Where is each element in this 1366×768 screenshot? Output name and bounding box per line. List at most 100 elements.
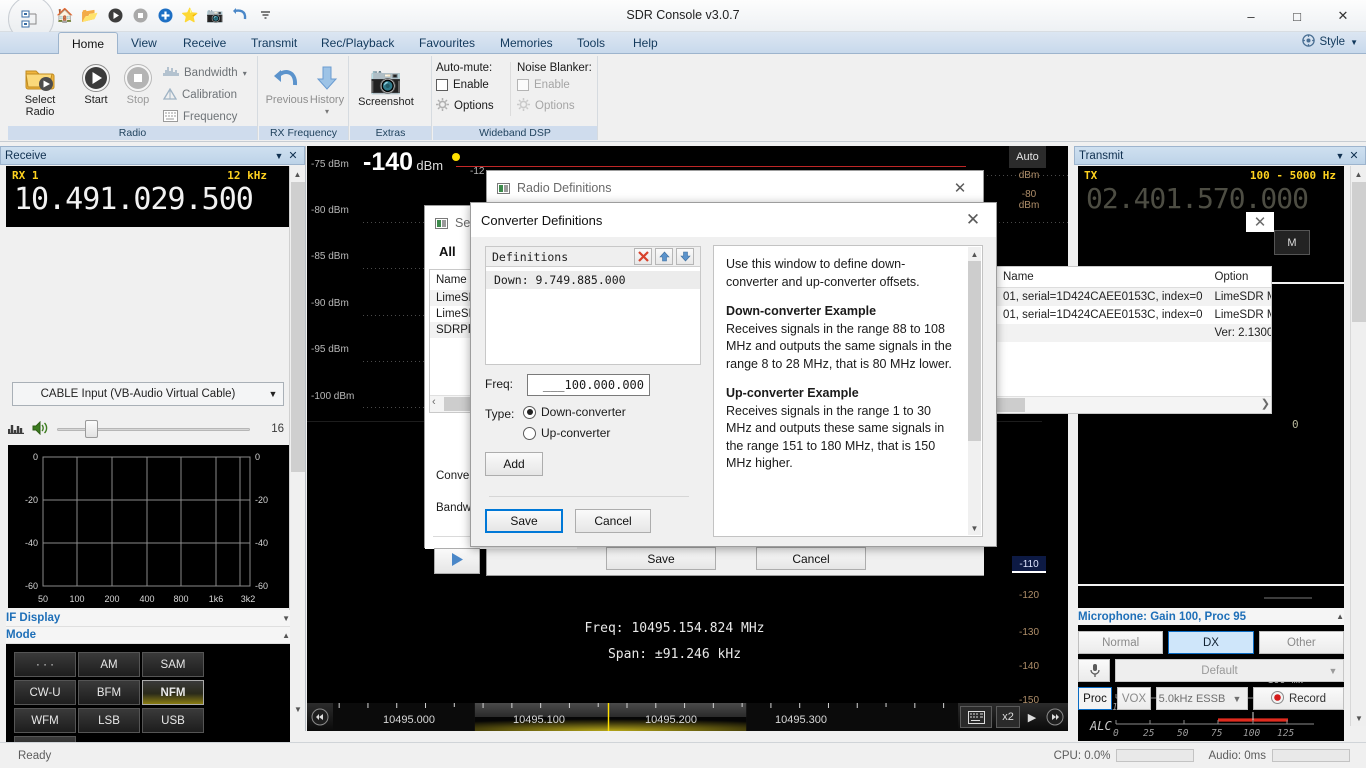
table-row[interactable]: Ver: 2.13000 (997, 324, 1271, 342)
mic-profile-other-button[interactable]: Other (1258, 631, 1344, 654)
tab-help[interactable]: Help (620, 32, 671, 54)
close-icon[interactable]: ✕ (960, 210, 986, 230)
mode-button-usb[interactable]: USB (142, 708, 204, 733)
right-level-120[interactable]: -120 (1012, 590, 1046, 601)
frequency-keypad-button[interactable] (960, 706, 992, 728)
auto-mute-options-button[interactable]: Options (436, 95, 504, 116)
close-icon[interactable]: ✕ (947, 179, 973, 197)
tab-receive[interactable]: Receive (170, 32, 239, 54)
tab-view[interactable]: View (118, 32, 170, 54)
tab-tools[interactable]: Tools (564, 32, 618, 54)
mode-button-cwu[interactable]: CW-U (14, 680, 76, 705)
mic-profile-dx-button[interactable]: DX (1168, 631, 1254, 654)
chevron-down-icon[interactable]: ▾ (243, 69, 247, 78)
radio-icon[interactable] (523, 405, 536, 419)
chevron-up-icon[interactable]: ▲ (282, 631, 290, 640)
auto-scale-button[interactable]: Auto (1009, 146, 1046, 168)
definitions-list[interactable]: Down: 9.749.885.000 (486, 267, 700, 289)
radio-device-table[interactable]: Name Option 01, serial=1D424CAEE0153C, i… (996, 266, 1272, 414)
audio-device-select[interactable]: CABLE Input (VB-Audio Virtual Cable) ▼ (12, 382, 284, 406)
table-row[interactable]: 01, serial=1D424CAEE0153C, index=0 LimeS… (997, 306, 1271, 324)
select-radio-start-button[interactable] (434, 548, 480, 574)
rewind-icon[interactable] (307, 708, 333, 726)
mic-profile-select[interactable]: Default ▼ (1115, 659, 1344, 682)
frequency-button[interactable]: Frequency (160, 106, 250, 128)
tab-transmit[interactable]: Transmit (238, 32, 310, 54)
down-converter-radio[interactable]: Down-converter (523, 405, 626, 419)
zoom-factor-button[interactable]: x2 (996, 706, 1020, 728)
delete-definition-button[interactable] (634, 248, 652, 265)
radio-icon[interactable] (523, 426, 536, 440)
speaker-icon[interactable] (32, 420, 49, 438)
chevron-down-icon[interactable]: ▼ (263, 389, 283, 399)
tab-memories[interactable]: Memories (487, 32, 566, 54)
tab-favourites[interactable]: Favourites (406, 32, 488, 54)
scrollbar-thumb[interactable] (968, 261, 981, 441)
chevron-left-icon[interactable]: ‹ (432, 396, 436, 408)
forward-icon[interactable] (1042, 708, 1068, 726)
close-icon[interactable]: ✕ (1347, 149, 1361, 162)
panel-menu-icon[interactable]: ▼ (1333, 151, 1347, 161)
add-button[interactable]: Add (485, 452, 543, 476)
radio-definitions-save-button[interactable]: Save (606, 547, 716, 570)
move-up-button[interactable] (655, 248, 673, 265)
volume-slider-handle[interactable] (85, 420, 98, 438)
calibration-button[interactable]: Calibration (160, 84, 250, 106)
receive-panel-scrollbar[interactable]: ▲ ▼ (289, 166, 305, 717)
noise-blanker-enable-checkbox[interactable]: Enable (517, 74, 595, 95)
move-down-button[interactable] (676, 248, 694, 265)
scroll-up-icon[interactable]: ▲ (290, 166, 305, 182)
rx-frequency-display[interactable]: RX 1 12 kHz 10.491.029.500 (6, 166, 289, 227)
scroll-up-icon[interactable]: ▲ (968, 247, 981, 261)
converter-save-button[interactable]: Save (485, 509, 563, 533)
help-scrollbar[interactable]: ▲ ▼ (968, 247, 981, 535)
chevron-down-icon[interactable]: ▾ (325, 106, 329, 118)
frequency-ruler[interactable]: 10495.000 10495.100 10495.200 10495.300 … (307, 703, 1068, 731)
scroll-down-icon[interactable]: ▼ (1351, 710, 1366, 726)
transmit-panel-scrollbar[interactable]: ▲ ▼ (1350, 166, 1366, 726)
gear-icon[interactable] (436, 97, 449, 114)
microphone-header[interactable]: Microphone: Gain 100, Proc 95 ▲ (1078, 608, 1344, 625)
mode-section-header[interactable]: Mode ▲ (6, 627, 290, 644)
mode-button-sam[interactable]: SAM (142, 652, 204, 677)
list-item[interactable]: Down: 9.749.885.000 (486, 271, 700, 289)
mode-button-am[interactable]: AM (78, 652, 140, 677)
vox-button[interactable]: VOX (1117, 687, 1151, 710)
proc-button[interactable]: Proc (1078, 687, 1112, 710)
mic-profile-normal-button[interactable]: Normal (1078, 631, 1164, 654)
equalizer-icon[interactable] (7, 421, 24, 437)
if-display-section-header[interactable]: IF Display ▼ (6, 610, 290, 627)
device-table-hscrollbar[interactable]: ❯ (997, 396, 1271, 413)
scrollbar-thumb[interactable] (291, 182, 305, 472)
scrollbar-thumb[interactable] (1352, 182, 1366, 322)
ruler-track[interactable]: 10495.000 10495.100 10495.200 10495.300 (333, 703, 958, 731)
panel-menu-icon[interactable]: ▼ (272, 151, 286, 161)
radio-definitions-cancel-button[interactable]: Cancel (756, 547, 866, 570)
record-button[interactable]: Record (1253, 687, 1344, 710)
volume-slider[interactable] (57, 420, 250, 438)
stop-button[interactable]: Stop (112, 58, 164, 106)
chevron-down-icon[interactable]: ▼ (1227, 694, 1247, 704)
close-button[interactable]: ✕ (1320, 0, 1366, 32)
gear-icon[interactable] (517, 97, 530, 114)
mode-button-nfm[interactable]: NFM (142, 680, 204, 705)
screenshot-button[interactable]: 📷 Screenshot (358, 60, 414, 108)
right-level-140[interactable]: -140 (1012, 661, 1046, 672)
converter-cancel-button[interactable]: Cancel (575, 509, 651, 533)
microphone-icon[interactable] (1078, 659, 1110, 682)
chevron-up-icon[interactable]: ▲ (1336, 612, 1344, 621)
noise-blanker-options-button[interactable]: Options (517, 95, 595, 116)
tx-frequency-display[interactable]: TX 100 - 5000 Hz 02.401.570.000 M (1078, 166, 1344, 282)
tab-home[interactable]: Home (58, 32, 119, 55)
right-level-110[interactable]: -110 (1012, 556, 1046, 573)
mode-button-dots[interactable]: · · · (14, 652, 76, 677)
checkbox-icon[interactable] (517, 78, 529, 91)
chevron-down-icon[interactable]: ▼ (282, 614, 290, 623)
auto-mute-enable-checkbox[interactable]: Enable (436, 74, 504, 95)
style-menu[interactable]: Style ▼ (1301, 34, 1358, 50)
history-button[interactable]: History ▾ (301, 58, 353, 118)
hscrollbar-thumb[interactable] (997, 398, 1025, 412)
essb-select[interactable]: 5.0kHz ESSB ▼ (1156, 687, 1248, 710)
close-icon[interactable]: ✕ (286, 149, 300, 162)
tx-mode-button-m[interactable]: M (1274, 230, 1310, 255)
